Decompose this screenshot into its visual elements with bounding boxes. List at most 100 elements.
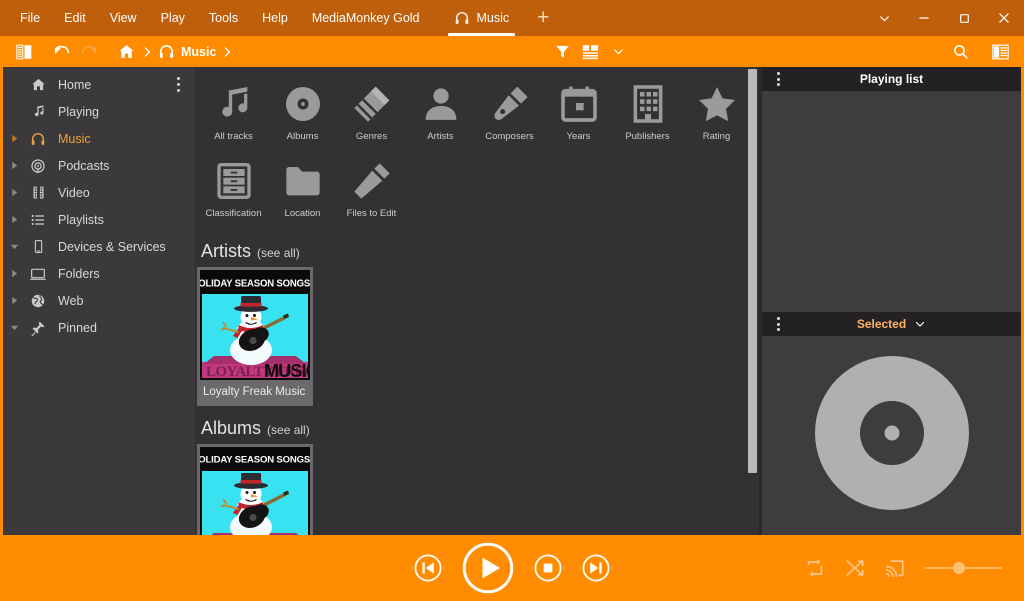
album-card[interactable]: HOLIDAY SEASON SONGS !!	[197, 444, 313, 535]
playing-list-header[interactable]: Playing list	[762, 67, 1021, 91]
menu-item-mediamonkey-gold[interactable]: MediaMonkey Gold	[300, 0, 432, 36]
expand-arrow-expanded-icon[interactable]	[3, 323, 25, 332]
volume-slider[interactable]	[924, 561, 1002, 575]
playing-list-body[interactable]	[762, 91, 1021, 312]
expand-arrow-collapsed-icon[interactable]	[3, 215, 25, 224]
expand-arrow-collapsed-icon[interactable]	[3, 296, 25, 305]
home-icon	[25, 77, 51, 92]
view-list-icon[interactable]	[576, 39, 604, 65]
sidebar-item-web[interactable]: Web	[3, 287, 195, 314]
title-bar: File Edit View Play Tools Help MediaMonk…	[0, 0, 1024, 36]
selected-artwork-area[interactable]	[762, 336, 1021, 535]
tab-music[interactable]: Music	[438, 0, 526, 36]
section-title: Artists	[201, 241, 251, 262]
playing-list-more-vertical-icon[interactable]	[770, 67, 786, 91]
search-icon[interactable]	[946, 39, 974, 65]
see-all-link[interactable]: (see all)	[257, 246, 300, 260]
sidebar: Home Playing	[3, 67, 195, 535]
stop-icon[interactable]	[534, 554, 562, 582]
play-icon[interactable]	[462, 542, 514, 594]
vinyl-disc-placeholder-icon	[815, 356, 969, 510]
window-menu-chevron-down-icon[interactable]	[864, 0, 904, 36]
pin-icon	[25, 320, 51, 336]
category-label: Composers	[485, 131, 534, 142]
maximize-icon[interactable]	[944, 0, 984, 36]
sidebar-item-podcasts[interactable]: Podcasts	[3, 152, 195, 179]
selected-chevron-down-icon[interactable]	[914, 318, 926, 330]
new-tab-button[interactable]: +	[525, 0, 561, 36]
category-publishers[interactable]: Publishers	[613, 75, 682, 152]
menu-item-edit[interactable]: Edit	[52, 0, 98, 36]
close-icon[interactable]	[984, 0, 1024, 36]
breadcrumb-music[interactable]: Music	[154, 39, 220, 65]
sidebar-item-folders[interactable]: Folders	[3, 260, 195, 287]
expand-arrow-collapsed-icon[interactable]	[3, 188, 25, 197]
category-years[interactable]: Years	[544, 75, 613, 152]
menu-item-view[interactable]: View	[98, 0, 149, 36]
repeat-icon[interactable]	[804, 557, 826, 579]
playing-list-section: Playing list	[762, 67, 1021, 312]
sidebar-item-music[interactable]: Music	[3, 125, 195, 152]
layout-panel-icon[interactable]	[10, 39, 38, 65]
home-icon[interactable]	[112, 39, 140, 65]
skip-next-icon[interactable]	[582, 554, 610, 582]
sidebar-item-label: Playing	[58, 105, 99, 119]
monitor-icon	[25, 266, 51, 282]
category-location[interactable]: Location	[268, 152, 337, 229]
folder-icon	[283, 158, 323, 204]
selected-header[interactable]: Selected	[762, 312, 1021, 336]
sidebar-more-vertical-icon[interactable]	[169, 73, 187, 95]
category-classification[interactable]: Classification	[199, 152, 268, 229]
scrollbar-thumb[interactable]	[748, 69, 757, 473]
shuffle-icon[interactable]	[844, 557, 866, 579]
cast-icon[interactable]	[884, 557, 906, 579]
menu-item-tools[interactable]: Tools	[197, 0, 250, 36]
sidebar-item-label: Podcasts	[58, 159, 109, 173]
sidebar-item-home[interactable]: Home	[3, 71, 195, 98]
expand-arrow-expanded-icon[interactable]	[3, 242, 25, 251]
sidebar-item-playing[interactable]: Playing	[3, 98, 195, 125]
star-icon	[697, 81, 737, 127]
selected-title: Selected	[857, 317, 906, 331]
category-artists[interactable]: Artists	[406, 75, 475, 152]
skip-previous-icon[interactable]	[414, 554, 442, 582]
menu-item-play[interactable]: Play	[149, 0, 197, 36]
selected-more-vertical-icon[interactable]	[770, 312, 786, 336]
menu-item-help[interactable]: Help	[250, 0, 300, 36]
undo-icon[interactable]	[47, 39, 75, 65]
body-area: Home Playing	[0, 67, 1024, 535]
breadcrumb-chevron-1-icon	[140, 45, 154, 59]
category-composers[interactable]: Composers	[475, 75, 544, 152]
expand-arrow-collapsed-icon[interactable]	[3, 161, 25, 170]
category-rating[interactable]: Rating	[682, 75, 751, 152]
volume-knob[interactable]	[953, 562, 965, 574]
menu-item-file[interactable]: File	[8, 0, 52, 36]
view-dropdown-chevron-down-icon[interactable]	[604, 39, 632, 65]
section-header-albums: Albums (see all)	[195, 406, 762, 444]
expand-arrow-collapsed-icon[interactable]	[3, 269, 25, 278]
sidebar-item-video[interactable]: Video	[3, 179, 195, 206]
sidebar-item-label: Music	[58, 132, 91, 146]
mediamonkey-window: File Edit View Play Tools Help MediaMonk…	[0, 0, 1024, 601]
see-all-link[interactable]: (see all)	[267, 423, 310, 437]
main-vertical-scrollbar[interactable]	[748, 67, 757, 535]
category-genres[interactable]: Genres	[337, 75, 406, 152]
minimize-icon[interactable]	[904, 0, 944, 36]
category-albums[interactable]: Albums	[268, 75, 337, 152]
sidebar-list: Home Playing	[3, 67, 195, 341]
category-files-to-edit[interactable]: Files to Edit	[337, 152, 406, 229]
category-all-tracks[interactable]: All tracks	[199, 75, 268, 152]
player-bar	[0, 535, 1024, 601]
filter-icon[interactable]	[548, 39, 576, 65]
sidebar-item-pinned[interactable]: Pinned	[3, 314, 195, 341]
artist-card[interactable]: HOLIDAY SEASON SONGS !!	[197, 267, 313, 406]
headphones-icon	[158, 43, 175, 60]
right-panel-icon[interactable]	[986, 39, 1014, 65]
sidebar-item-devices-services[interactable]: Devices & Services	[3, 233, 195, 260]
expand-arrow-collapsed-icon[interactable]	[3, 134, 25, 143]
sidebar-item-label: Playlists	[58, 213, 104, 227]
svg-text:HOLIDAY SEASON SONGS !!: HOLIDAY SEASON SONGS !!	[200, 278, 310, 289]
redo-icon[interactable]	[75, 39, 103, 65]
breadcrumb-chevron-2-icon[interactable]	[220, 45, 234, 59]
sidebar-item-playlists[interactable]: Playlists	[3, 206, 195, 233]
